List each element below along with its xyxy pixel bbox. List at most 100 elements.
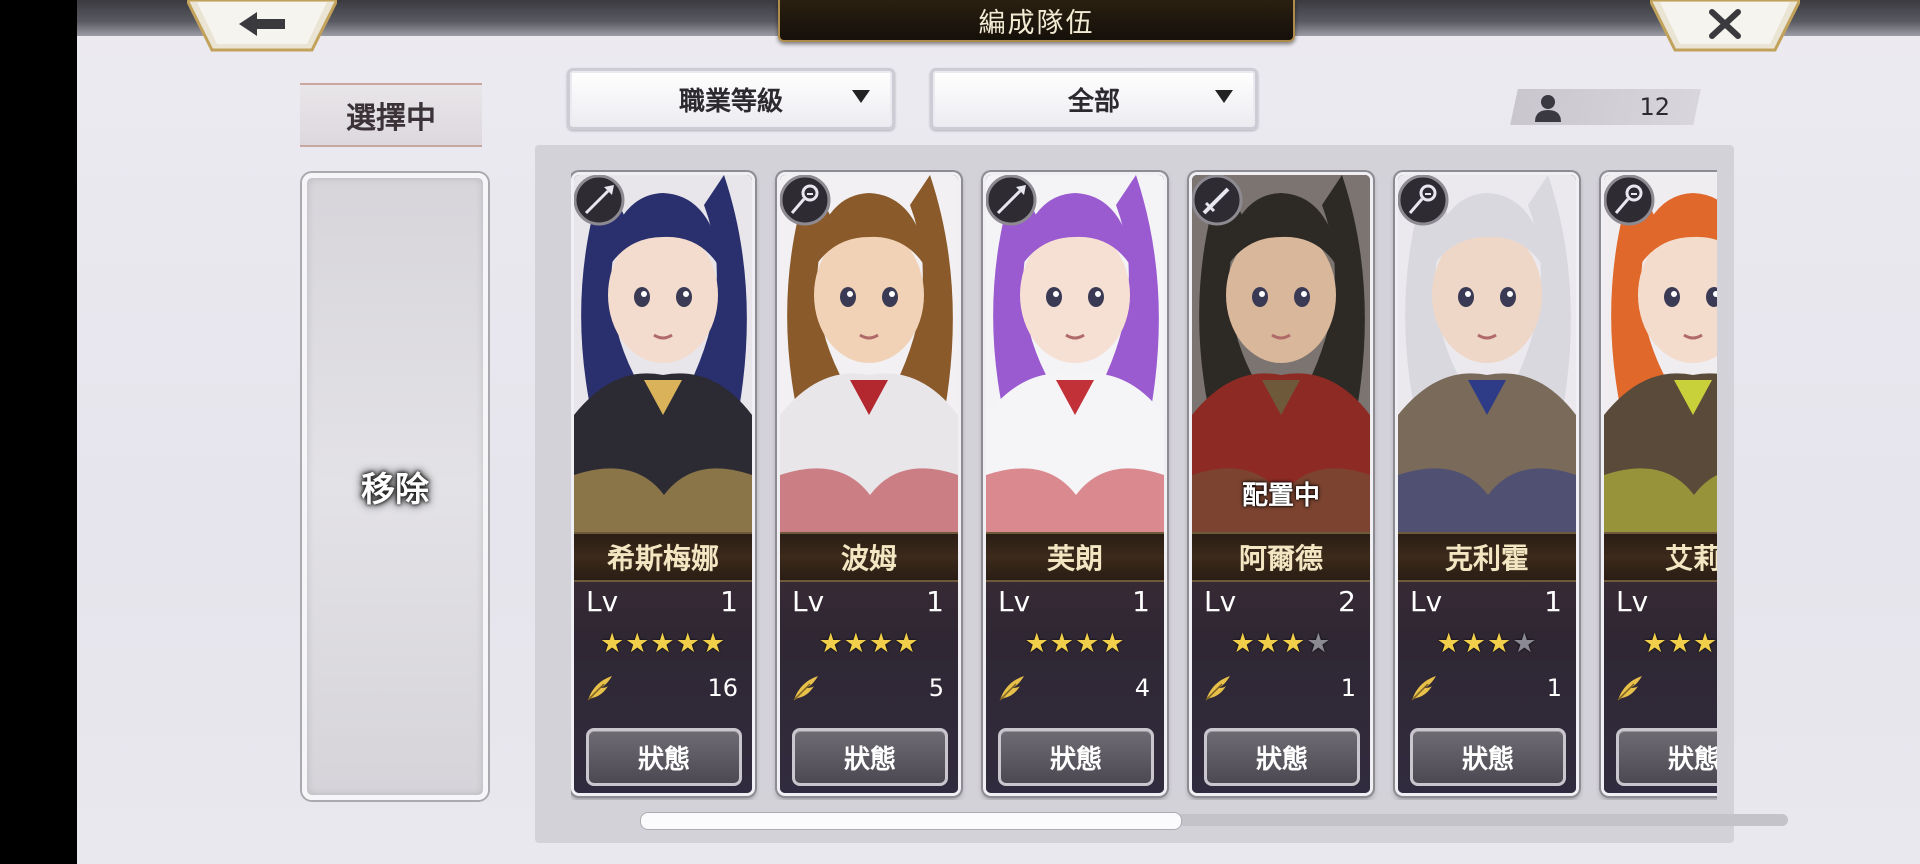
feather-count: 16	[707, 674, 738, 702]
star-icon: ★	[1512, 628, 1538, 659]
status-button[interactable]: 狀態	[1204, 728, 1360, 786]
character-portrait	[986, 175, 1164, 532]
rarity-stars: ★★★★	[986, 626, 1164, 662]
star-icon: ★	[818, 628, 844, 659]
star-icon: ★	[1461, 628, 1487, 659]
level-row: Lv1	[792, 582, 946, 622]
level-value: 1	[1132, 585, 1150, 618]
star-icon: ★	[650, 628, 676, 659]
character-name: 克利霍	[1398, 532, 1576, 582]
close-icon	[1650, 0, 1800, 52]
character-card[interactable]: 克利霍 Lv 1 ★★★★ 1 狀態	[1395, 172, 1579, 796]
level-value: 2	[1338, 585, 1356, 618]
staff-icon	[1604, 175, 1656, 227]
status-button[interactable]: 狀態	[998, 728, 1154, 786]
character-portrait	[1398, 175, 1576, 532]
character-info: 波姆 Lv 1 ★★★★ 5 狀態	[780, 532, 958, 793]
star-icon: ★	[1642, 628, 1668, 659]
close-button[interactable]	[1650, 0, 1800, 52]
rarity-stars: ★★★★	[1604, 626, 1717, 662]
member-count: 12	[1639, 93, 1670, 121]
level-value: 1	[720, 585, 738, 618]
feather-count: 4	[1134, 674, 1150, 702]
star-icon: ★	[894, 628, 920, 659]
star-icon: ★	[1075, 628, 1101, 659]
feather-row: 1	[1202, 668, 1358, 708]
sword-icon	[1192, 175, 1244, 227]
assigned-label: 配置中	[1241, 481, 1320, 511]
status-button[interactable]: 狀態	[792, 728, 948, 786]
character-card[interactable]: 希斯梅娜 Lv 1 ★★★★★ 16 狀態	[571, 172, 755, 796]
star-icon: ★	[1693, 628, 1717, 659]
chevron-down-icon	[852, 90, 870, 103]
rarity-stars: ★★★★★	[574, 626, 752, 662]
star-icon: ★	[1255, 628, 1281, 659]
arrow-left-icon	[187, 0, 337, 52]
category-dropdown[interactable]: 全部	[930, 68, 1258, 130]
level-row: Lv1	[1410, 582, 1564, 622]
character-name: 阿爾德	[1192, 532, 1370, 582]
feather-icon	[587, 676, 612, 701]
level-label: Lv	[998, 585, 1031, 618]
status-button[interactable]: 狀態	[1616, 728, 1717, 786]
character-info: 希斯梅娜 Lv 1 ★★★★★ 16 狀態	[574, 532, 752, 793]
character-portrait	[780, 175, 958, 532]
scrollbar-thumb[interactable]	[640, 812, 1182, 830]
level-value: 1	[926, 585, 944, 618]
staff-icon	[780, 175, 832, 227]
feather-icon	[999, 676, 1024, 701]
sort-dropdown-value: 職業等級	[678, 86, 783, 117]
page-title: 編成隊伍	[778, 0, 1295, 42]
character-portrait	[574, 175, 752, 532]
character-list[interactable]: 希斯梅娜 Lv 1 ★★★★★ 16 狀態 波姆 Lv 1 ★★★★ 5 狀態 芙朗 Lv 1 ★★★★ 4 狀態…	[571, 160, 1717, 800]
character-info: 艾莉Lv1 ★★★★ 1 狀態	[1604, 532, 1717, 793]
character-name: 希斯梅娜	[574, 532, 752, 582]
feather-count: 1	[1546, 674, 1562, 702]
rarity-stars: ★★★★	[1398, 626, 1576, 662]
feather-icon	[1411, 676, 1436, 701]
character-portrait	[1604, 175, 1717, 532]
feather-count: 5	[928, 674, 944, 702]
rarity-stars: ★★★★	[1192, 626, 1370, 662]
feather-count: 1	[1340, 674, 1356, 702]
star-icon: ★	[700, 628, 727, 659]
spear-icon	[574, 175, 626, 227]
star-icon: ★	[1024, 628, 1050, 659]
character-card[interactable]: 芙朗 Lv 1 ★★★★ 4 狀態	[983, 172, 1167, 796]
rarity-stars: ★★★★	[780, 626, 958, 662]
level-row: Lv 1	[998, 582, 1152, 622]
feather-row: 4	[996, 668, 1152, 708]
star-icon: ★	[1436, 628, 1462, 659]
character-card[interactable]: 波姆 Lv 1 ★★★★ 5 狀態	[777, 172, 961, 796]
star-icon: ★	[1306, 628, 1332, 659]
spear-icon	[986, 175, 1038, 227]
sort-dropdown[interactable]: 職業等級	[567, 68, 895, 130]
staff-icon	[1398, 175, 1450, 227]
star-icon: ★	[599, 628, 626, 659]
feather-icon	[1617, 676, 1642, 701]
star-icon: ★	[625, 628, 651, 659]
character-info: 阿爾德 Lv 2 ★★★★ 1 狀態	[1192, 532, 1370, 793]
level-row: Lv 1	[586, 582, 740, 622]
level-label: Lv	[586, 585, 619, 618]
character-card[interactable]: 艾莉Lv1 ★★★★ 1 狀態	[1601, 172, 1717, 796]
category-dropdown-value: 全部	[1067, 86, 1120, 117]
team-formation-screen: 編成隊伍 選擇中 移除 職業等級 全部 12 希斯梅娜 Lv 1 ★★★★★ 16 狀態波…	[77, 0, 1920, 864]
remove-slot[interactable]: 移除	[302, 173, 488, 800]
chevron-down-icon	[1215, 90, 1233, 103]
status-button[interactable]: 狀態	[1410, 728, 1566, 786]
character-card[interactable]: 配置中 阿爾德 Lv 2 ★★★★ 1 狀態	[1189, 172, 1373, 796]
selected-label: 選擇中	[300, 83, 482, 147]
back-button[interactable]	[187, 0, 337, 52]
character-name: 波姆	[780, 532, 958, 582]
character-name: 芙朗	[986, 532, 1164, 582]
feather-row: 1	[1614, 668, 1717, 708]
level-row: Lv 2	[1204, 582, 1358, 622]
feather-row: 16	[584, 668, 740, 708]
status-button[interactable]: 狀態	[586, 728, 742, 786]
star-icon: ★	[1487, 628, 1513, 659]
feather-icon	[1205, 676, 1230, 701]
level-row: Lv1	[1616, 582, 1717, 622]
star-icon: ★	[869, 628, 895, 659]
feather-row: 1	[1408, 668, 1564, 708]
